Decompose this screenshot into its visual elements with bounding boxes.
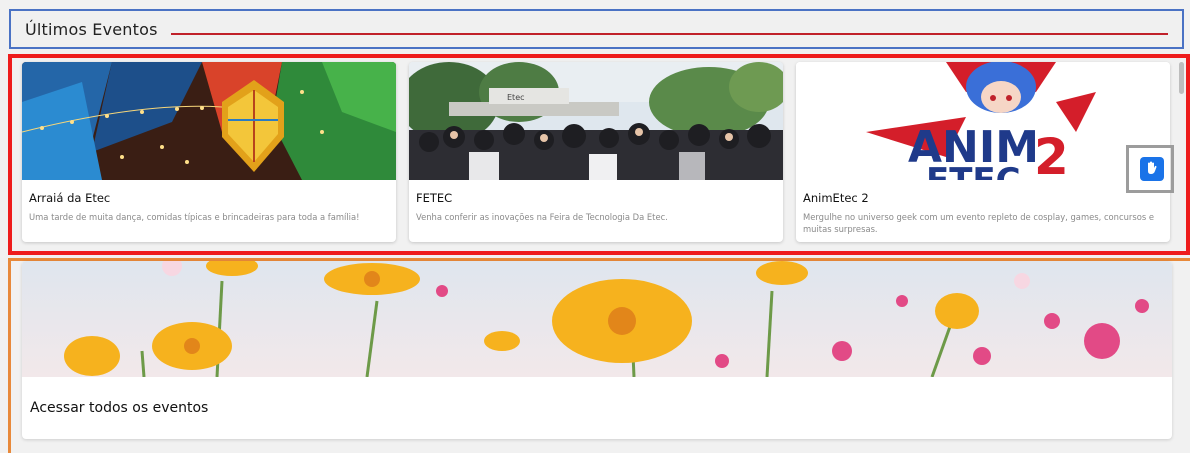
event-card-animetec[interactable]: ANIM 2 ETEC AnimEtec 2 Mergulhe no unive…	[796, 62, 1170, 242]
hand-sign-language-icon	[1145, 160, 1159, 179]
fetec-sign-text: Etec	[507, 93, 525, 102]
title-divider	[171, 33, 1168, 35]
event-description: Venha conferir as inovações na Feira de …	[416, 212, 668, 222]
event-image-arraia	[22, 62, 396, 180]
latest-events-section: Arraiá da Etec Uma tarde de muita dança,…	[8, 54, 1190, 255]
accessibility-button[interactable]	[1140, 157, 1164, 181]
all-events-section: Acessar todos os eventos	[8, 258, 1190, 453]
scrollbar-thumb[interactable]	[1179, 62, 1184, 94]
event-title: AnimEtec 2	[803, 191, 869, 205]
event-title: Arraiá da Etec	[29, 191, 111, 205]
accessibility-widget	[1126, 145, 1174, 193]
event-image-animetec: ANIM 2 ETEC	[796, 62, 1170, 180]
event-image-fetec: Etec	[409, 62, 783, 180]
animetec-logo-number: 2	[1034, 128, 1069, 180]
event-description: Uma tarde de muita dança, comidas típica…	[29, 212, 360, 222]
all-events-link[interactable]: Acessar todos os eventos	[30, 400, 208, 416]
flowers-banner-image	[22, 261, 1172, 378]
section-header: Últimos Eventos	[9, 9, 1184, 49]
event-description: Mergulhe no universo geek com um evento …	[803, 212, 1154, 234]
animetec-logo-sub: ETEC	[926, 161, 1021, 180]
event-card-fetec[interactable]: Etec FETEC Venha conferir as inovações n…	[409, 62, 783, 242]
section-title: Últimos Eventos	[25, 20, 158, 39]
event-card-arraia[interactable]: Arraiá da Etec Uma tarde de muita dança,…	[22, 62, 396, 242]
all-events-card[interactable]: Acessar todos os eventos	[22, 261, 1172, 439]
event-title: FETEC	[416, 191, 453, 205]
